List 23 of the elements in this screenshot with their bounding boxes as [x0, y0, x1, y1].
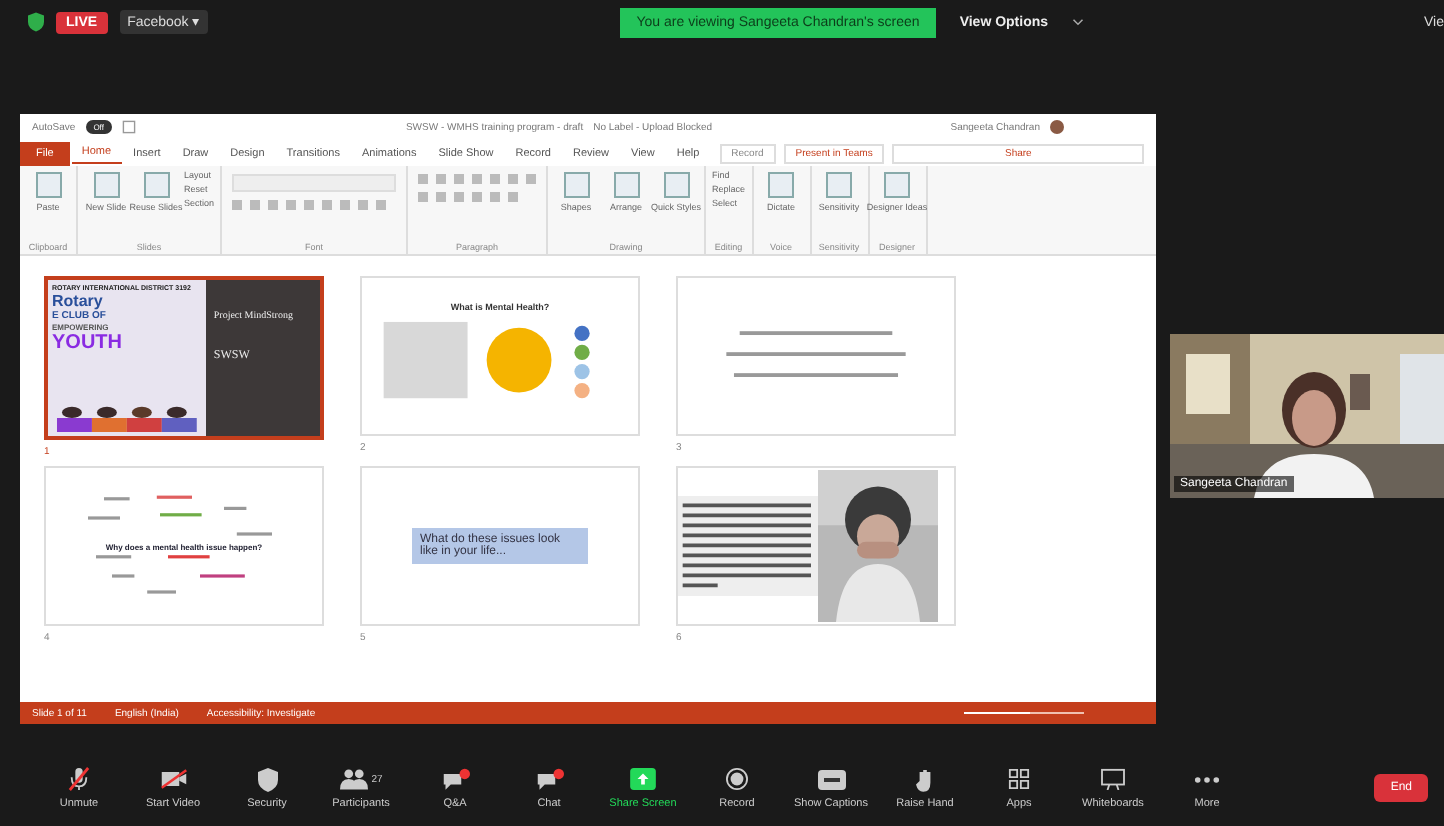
share-screen-icon [630, 768, 656, 790]
chat-bubble-icon [535, 767, 563, 791]
more-icon [1194, 775, 1220, 783]
record-icon [726, 768, 748, 790]
paragraph-controls-drawing [414, 170, 541, 206]
paragraph-drawing [678, 496, 818, 596]
slide-thumbnail[interactable] [676, 276, 956, 436]
hand-icon [916, 767, 934, 791]
chat-bubble-icon [441, 767, 469, 791]
shield-icon [257, 767, 277, 791]
captions-icon [817, 769, 845, 789]
video-off-icon [159, 768, 187, 790]
slide-text: Rotary [52, 292, 105, 310]
save-icon[interactable] [121, 120, 136, 134]
mic-muted-icon [68, 766, 90, 792]
avatar-icon[interactable] [1050, 120, 1064, 134]
chevron-down-icon[interactable] [1072, 18, 1085, 26]
apps-icon [1008, 768, 1030, 790]
whiteboard-icon [1100, 768, 1126, 790]
shield-icon [28, 12, 44, 32]
slide-thumbnail[interactable] [676, 466, 956, 626]
people-icon [339, 768, 368, 790]
slide-text: YOUTH [52, 332, 124, 354]
